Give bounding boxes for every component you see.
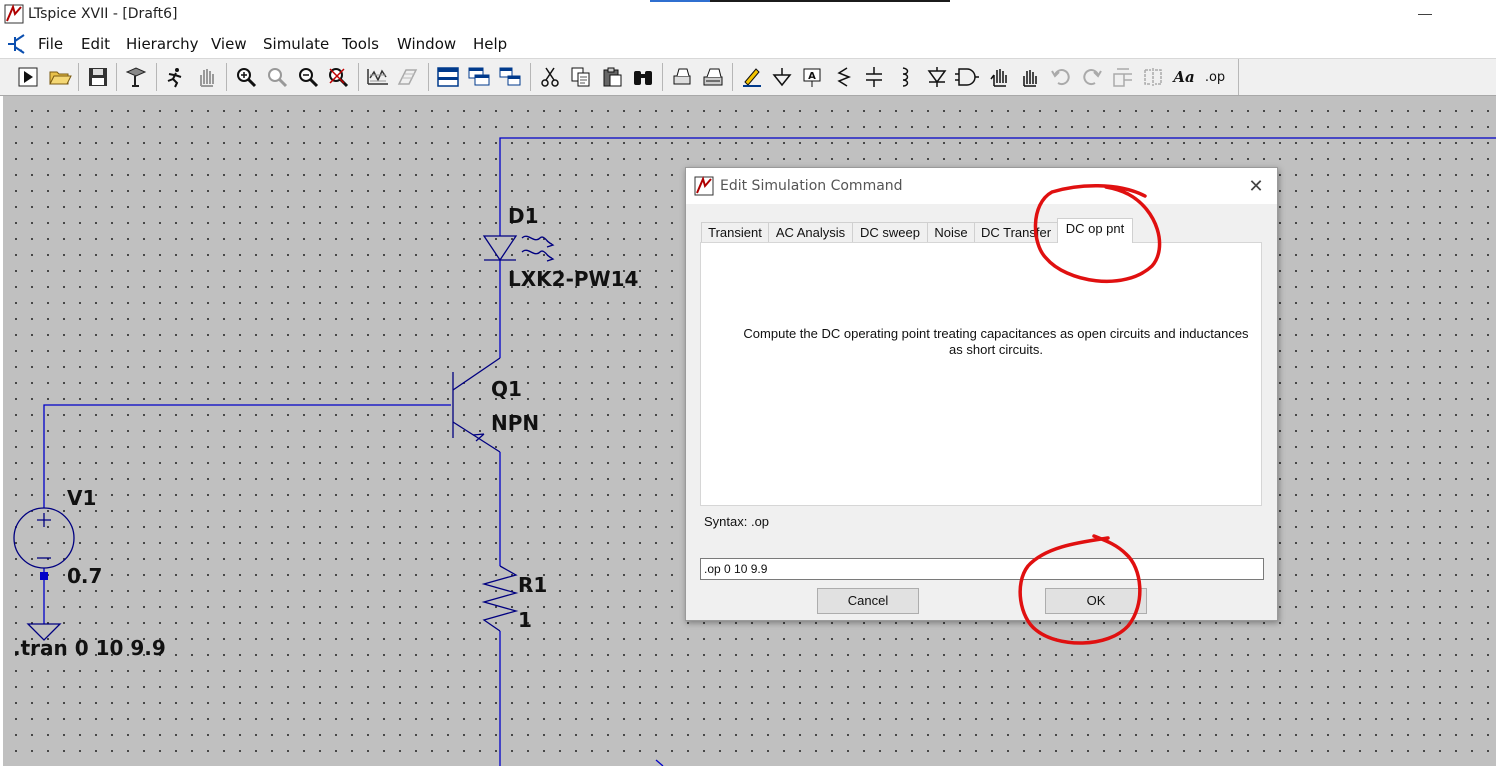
r1-value-label[interactable]: 1: [518, 608, 532, 632]
toolbar: A Aa .op: [0, 58, 1496, 96]
syntax-label: Syntax: .op: [704, 514, 770, 529]
ok-button[interactable]: OK: [1045, 588, 1147, 614]
tile-horizontal-icon[interactable]: [436, 65, 460, 89]
menu-view[interactable]: View: [211, 35, 247, 53]
offscreen-wire-stub: [655, 759, 664, 766]
title-accent-blue: [650, 0, 710, 2]
zoom-out-icon[interactable]: [296, 65, 320, 89]
window-title: LTspice XVII - [Draft6]: [28, 6, 178, 22]
analysis-description: Compute the DC operating point treating …: [743, 326, 1249, 357]
halt-run-icon[interactable]: [163, 65, 187, 89]
d1-value-label[interactable]: LXK2-PW14: [508, 267, 638, 291]
mirror-icon[interactable]: [1141, 65, 1165, 89]
menu-help[interactable]: Help: [473, 35, 507, 53]
run-icon[interactable]: [16, 65, 40, 89]
print-icon[interactable]: [670, 65, 694, 89]
v1-value-label[interactable]: 0.7: [67, 564, 102, 588]
spice-directive-label: .op: [1204, 69, 1226, 85]
zoom-fit-icon[interactable]: [265, 65, 289, 89]
wire-base: [43, 404, 451, 508]
move-hand-icon[interactable]: [987, 65, 1011, 89]
component-icon[interactable]: [955, 65, 979, 89]
find-binoculars-icon[interactable]: [631, 65, 655, 89]
arrange-windows-icon[interactable]: [498, 65, 522, 89]
close-icon[interactable]: ✕: [1242, 174, 1270, 198]
draw-wire-pencil-icon[interactable]: [740, 65, 764, 89]
inductor-icon[interactable]: [893, 65, 917, 89]
undo-icon[interactable]: [1049, 65, 1073, 89]
q1-value-label[interactable]: NPN: [491, 411, 539, 435]
spice-directive-text[interactable]: .tran 0 10 9.9: [13, 636, 166, 660]
zoom-cancel-icon[interactable]: [326, 65, 350, 89]
d1-led-symbol: [482, 235, 555, 262]
label-net-icon[interactable]: A: [800, 65, 824, 89]
copy-icon[interactable]: [569, 65, 593, 89]
diode-icon[interactable]: [925, 65, 949, 89]
text-tool-label: Aa: [1173, 68, 1195, 86]
ground-icon[interactable]: [770, 65, 794, 89]
redo-icon[interactable]: [1080, 65, 1104, 89]
menu-simulate[interactable]: Simulate: [263, 35, 329, 53]
menu-edit[interactable]: Edit: [81, 35, 110, 53]
dc-op-pnt-panel: Compute the DC operating point treating …: [700, 242, 1262, 506]
svg-text:A: A: [808, 71, 816, 82]
v1-reference-label[interactable]: V1: [67, 486, 96, 510]
tab-dc-op-pnt[interactable]: DC op pnt: [1057, 218, 1133, 243]
tab-ac-analysis[interactable]: AC Analysis: [768, 222, 853, 243]
r1-reference-label[interactable]: R1: [518, 573, 547, 597]
q1-reference-label[interactable]: Q1: [491, 377, 522, 401]
save-icon[interactable]: [86, 65, 110, 89]
cancel-button[interactable]: Cancel: [817, 588, 919, 614]
ltspice-logo-icon: [4, 4, 24, 24]
control-panel-icon[interactable]: [124, 65, 148, 89]
d1-reference-label[interactable]: D1: [508, 204, 539, 228]
menu-tools[interactable]: Tools: [342, 35, 379, 53]
resistor-icon[interactable]: [832, 65, 856, 89]
capacitor-icon[interactable]: [862, 65, 886, 89]
v1-pin-marker: [40, 572, 48, 580]
cascade-windows-icon[interactable]: [467, 65, 491, 89]
menu-hierarchy[interactable]: Hierarchy: [126, 35, 199, 53]
q1-npn-symbol: [452, 357, 501, 453]
tab-dc-transfer[interactable]: DC Transfer: [974, 222, 1058, 243]
v1-source-symbol: [13, 507, 75, 569]
zoom-in-icon[interactable]: [234, 65, 258, 89]
dialog-title: Edit Simulation Command: [720, 178, 903, 194]
rotate-icon[interactable]: [1111, 65, 1135, 89]
cut-icon[interactable]: [538, 65, 562, 89]
paste-icon[interactable]: [600, 65, 624, 89]
minimize-button[interactable]: —: [1410, 4, 1440, 26]
print-setup-icon[interactable]: [701, 65, 725, 89]
edit-simulation-command-dialog: Edit Simulation Command ✕ Transient AC A…: [685, 167, 1278, 621]
spice-directive-icon[interactable]: .op: [1203, 65, 1227, 89]
autorange-icon[interactable]: [366, 65, 390, 89]
open-folder-icon[interactable]: [48, 65, 72, 89]
command-input[interactable]: [700, 558, 1264, 580]
ltspice-logo-icon: [694, 176, 714, 196]
title-bar: LTspice XVII - [Draft6] —: [0, 0, 1496, 30]
tab-dc-sweep[interactable]: DC sweep: [852, 222, 928, 243]
pan-hand-icon[interactable]: [194, 65, 218, 89]
transistor-app-icon[interactable]: [5, 32, 29, 56]
grid-toggle-icon[interactable]: [396, 65, 420, 89]
toolbar-end-divider: [1238, 59, 1239, 95]
menu-file[interactable]: File: [38, 35, 63, 53]
drag-hand-icon[interactable]: [1018, 65, 1042, 89]
r1-resistor-symbol: [481, 565, 519, 632]
tab-transient[interactable]: Transient: [701, 222, 769, 243]
tab-noise[interactable]: Noise: [927, 222, 975, 243]
menu-window[interactable]: Window: [397, 35, 456, 53]
menu-bar: File Edit Hierarchy View Simulate Tools …: [0, 30, 1496, 58]
dialog-title-bar[interactable]: Edit Simulation Command ✕: [686, 168, 1277, 204]
text-tool-icon[interactable]: Aa: [1172, 65, 1196, 89]
